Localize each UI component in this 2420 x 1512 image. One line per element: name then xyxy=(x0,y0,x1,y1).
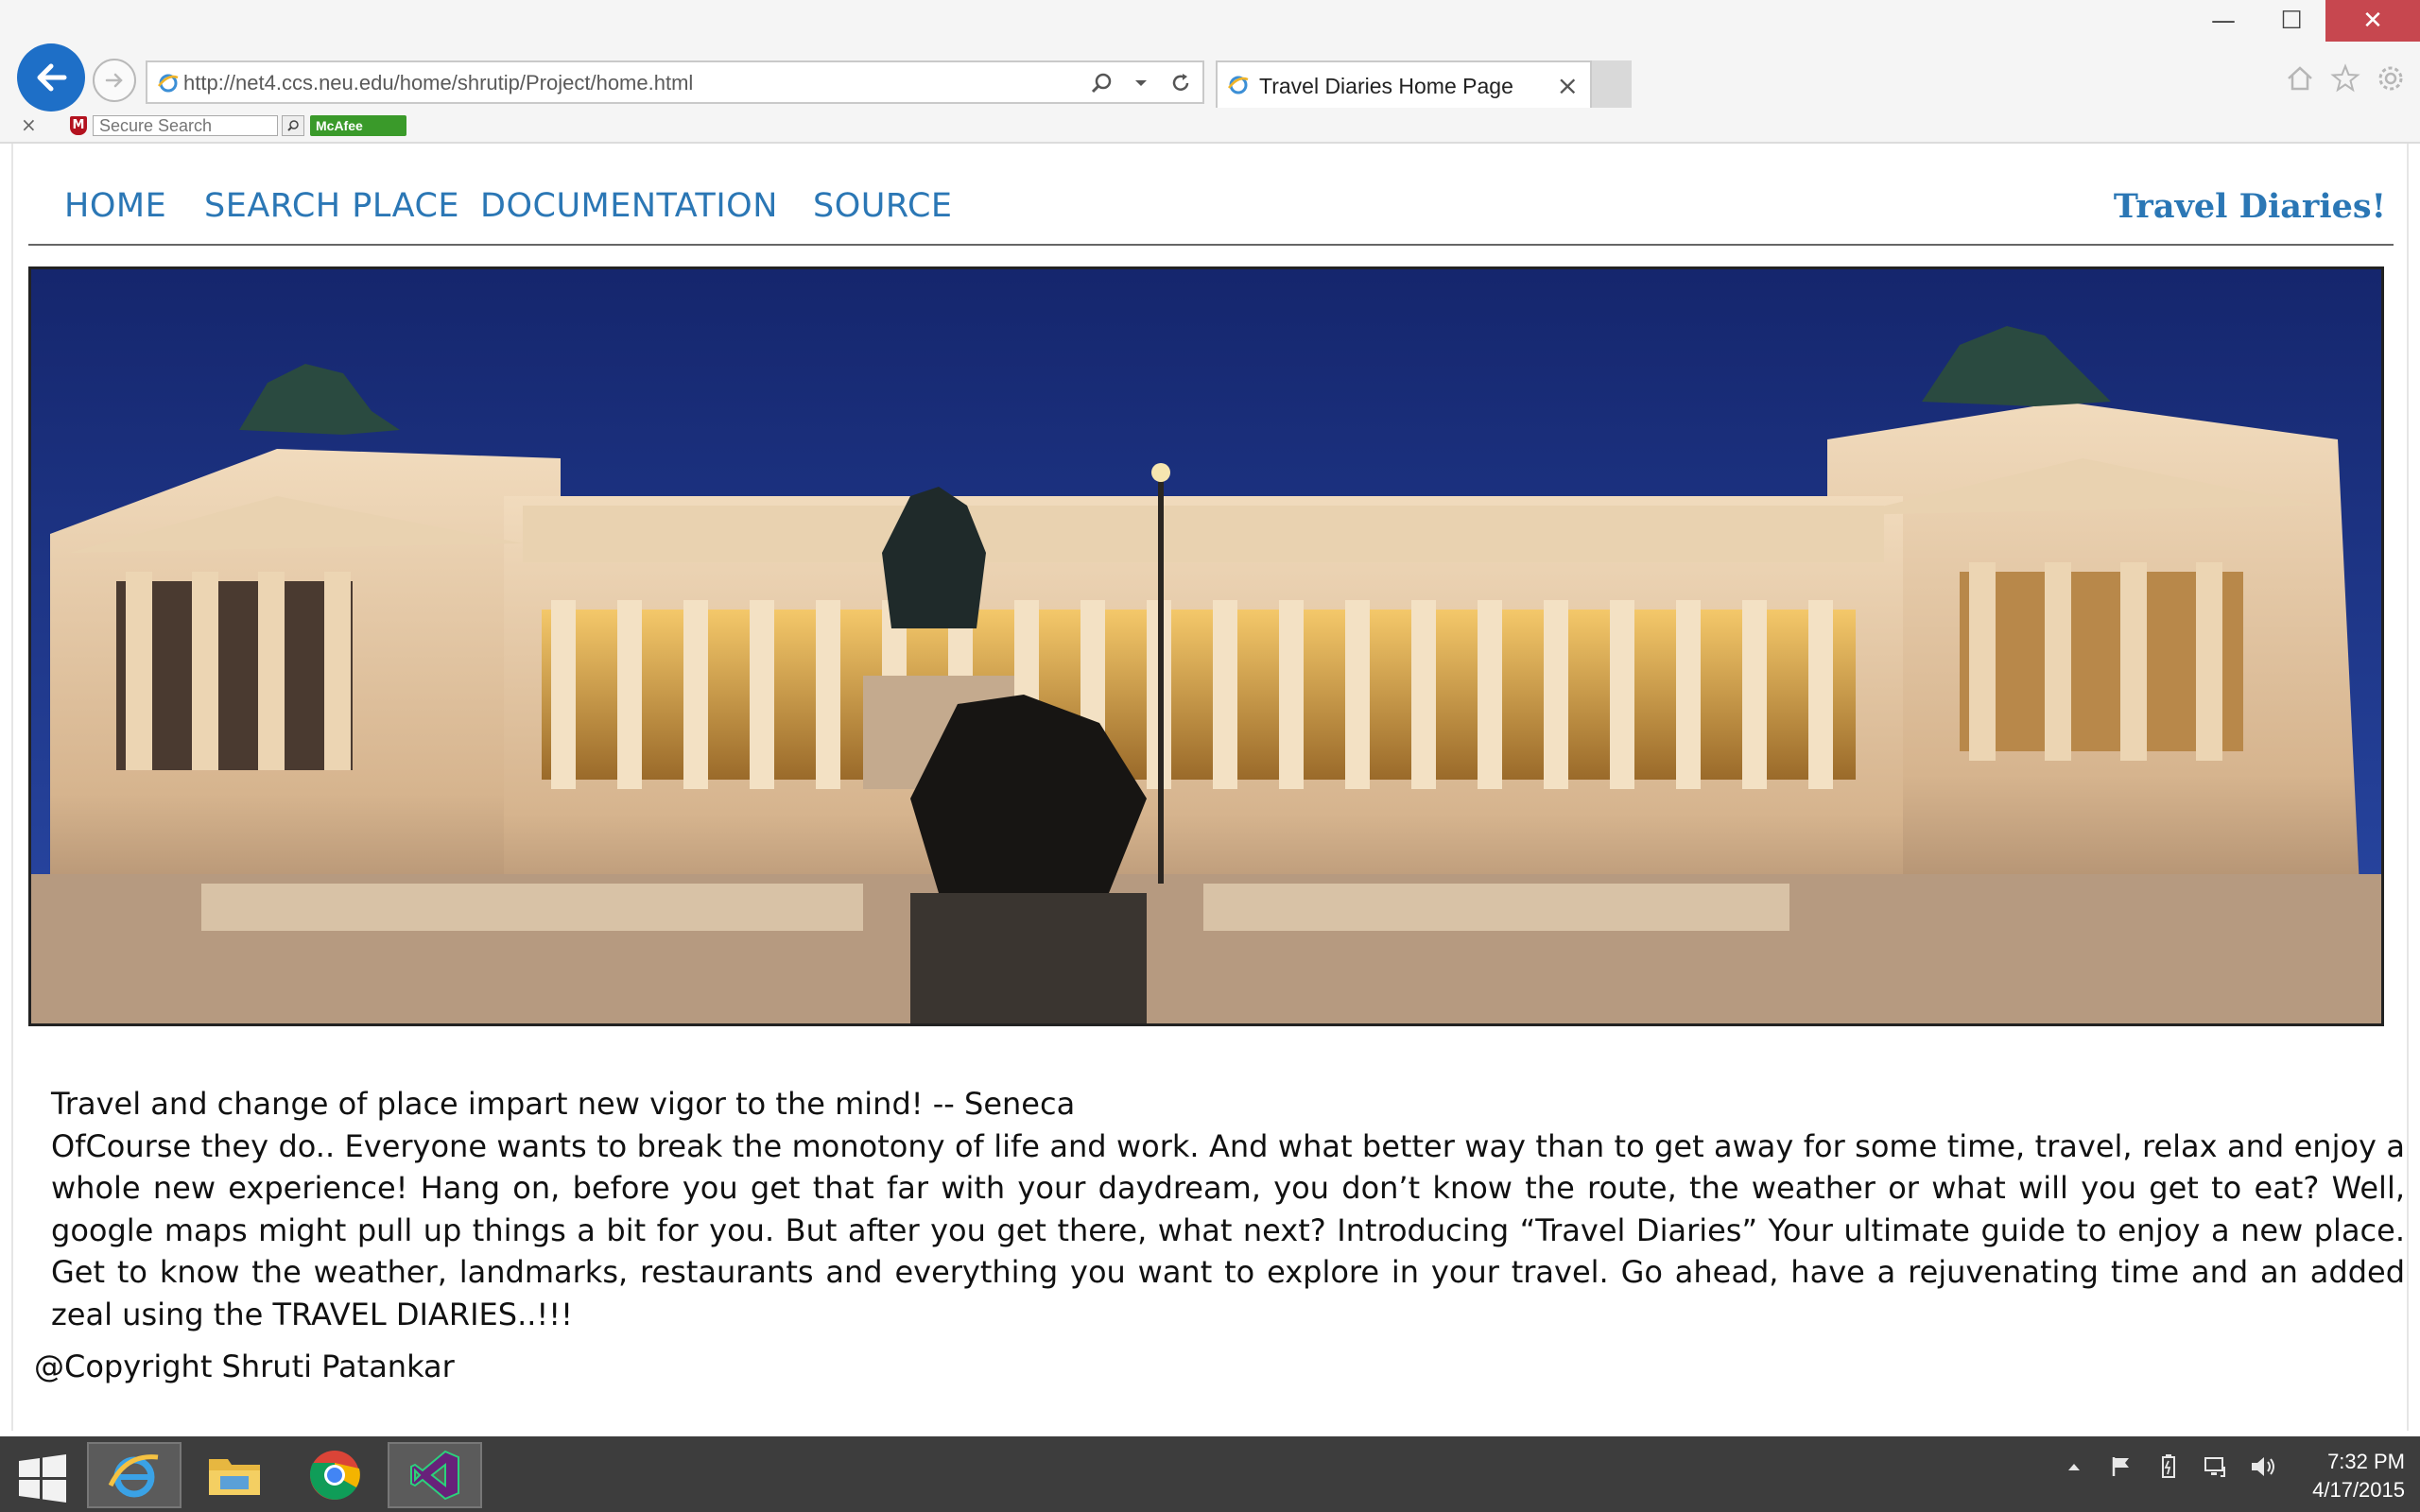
window-controls: — ☐ ✕ xyxy=(2189,0,2420,42)
taskbar-chrome[interactable] xyxy=(287,1442,382,1508)
seneca-quote: Travel and change of place impart new vi… xyxy=(51,1086,1076,1122)
chrome-icon xyxy=(309,1451,360,1500)
volume-icon[interactable] xyxy=(2250,1453,2276,1480)
gear-icon[interactable] xyxy=(2375,62,2407,94)
taskbar-internet-explorer[interactable] xyxy=(87,1442,182,1508)
power-battery-icon[interactable] xyxy=(2155,1453,2182,1480)
hero-image xyxy=(28,266,2384,1026)
taskbar-clock[interactable]: 7:32 PM 4/17/2015 xyxy=(2312,1448,2405,1504)
nav-search-place-link[interactable]: SEARCH PLACE xyxy=(204,187,459,225)
new-tab-button[interactable] xyxy=(1592,60,1632,108)
close-toolbar-icon[interactable]: × xyxy=(21,113,37,136)
page-viewport: HOME SEARCH PLACE DOCUMENTATION SOURCE T… xyxy=(11,144,2409,1431)
search-icon xyxy=(287,120,299,131)
maximize-button[interactable]: ☐ xyxy=(2257,0,2325,42)
arrow-left-icon xyxy=(37,63,67,92)
ie-page-icon xyxy=(158,74,179,93)
nav-source-link[interactable]: SOURCE xyxy=(813,187,953,225)
intro-paragraph: OfCourse they do.. Everyone wants to bre… xyxy=(51,1127,2405,1332)
tab-travel-diaries[interactable]: Travel Diaries Home Page × xyxy=(1216,60,1592,108)
action-center-flag-icon[interactable] xyxy=(2108,1453,2135,1480)
mcafee-shield-icon[interactable]: M xyxy=(70,116,87,135)
clock-time: 7:32 PM xyxy=(2327,1450,2405,1473)
secure-search-button[interactable] xyxy=(282,115,304,136)
visual-studio-icon xyxy=(410,1450,459,1501)
intro-section: Travel and change of place impart new vi… xyxy=(51,1083,2405,1335)
monument-illustration xyxy=(31,269,2381,1023)
minimize-button[interactable]: — xyxy=(2189,0,2257,42)
close-window-button[interactable]: ✕ xyxy=(2325,0,2420,42)
taskbar: 7:32 PM 4/17/2015 xyxy=(0,1436,2420,1512)
address-bar[interactable]: http://net4.ccs.neu.edu/home/shrutip/Pro… xyxy=(146,60,1204,104)
ie-page-icon xyxy=(1228,76,1249,94)
system-tray xyxy=(2061,1453,2276,1480)
secure-search-input[interactable] xyxy=(93,115,278,136)
forward-button[interactable] xyxy=(93,59,136,102)
back-button[interactable] xyxy=(17,43,85,112)
toolbar-row: × M McAfee xyxy=(0,112,2420,144)
nav-documentation-link[interactable]: DOCUMENTATION xyxy=(480,187,778,225)
network-icon[interactable] xyxy=(2203,1453,2229,1480)
nav-home-link[interactable]: HOME xyxy=(64,187,166,225)
close-tab-icon[interactable]: × xyxy=(1557,70,1579,101)
mcafee-site-advisor-badge[interactable]: McAfee xyxy=(310,115,406,136)
show-hidden-icons-icon[interactable] xyxy=(2061,1453,2087,1480)
tab-title: Travel Diaries Home Page xyxy=(1259,74,1513,98)
site-brand-link[interactable]: Travel Diaries! xyxy=(2114,187,2386,226)
windows-start-icon[interactable] xyxy=(17,1453,68,1504)
site-nav: HOME SEARCH PLACE DOCUMENTATION SOURCE T… xyxy=(28,168,2394,246)
dropdown-icon[interactable] xyxy=(1127,69,1155,97)
folder-icon xyxy=(209,1459,260,1495)
home-icon[interactable] xyxy=(2284,62,2316,94)
search-icon[interactable] xyxy=(1087,69,1115,97)
favorites-star-icon[interactable] xyxy=(2329,62,2361,94)
clock-date: 4/17/2015 xyxy=(2312,1478,2405,1502)
taskbar-visual-studio[interactable] xyxy=(388,1442,482,1508)
taskbar-file-explorer[interactable] xyxy=(187,1442,282,1508)
copyright-footer: @Copyright Shruti Patankar xyxy=(34,1349,455,1384)
internet-explorer-icon xyxy=(108,1454,159,1498)
address-url[interactable]: http://net4.ccs.neu.edu/home/shrutip/Pro… xyxy=(183,71,693,95)
browser-chrome: — ☐ ✕ http://net4.ccs.neu.edu/home/shrut… xyxy=(0,0,2420,144)
refresh-icon[interactable] xyxy=(1167,69,1195,97)
arrow-right-icon xyxy=(105,73,123,88)
